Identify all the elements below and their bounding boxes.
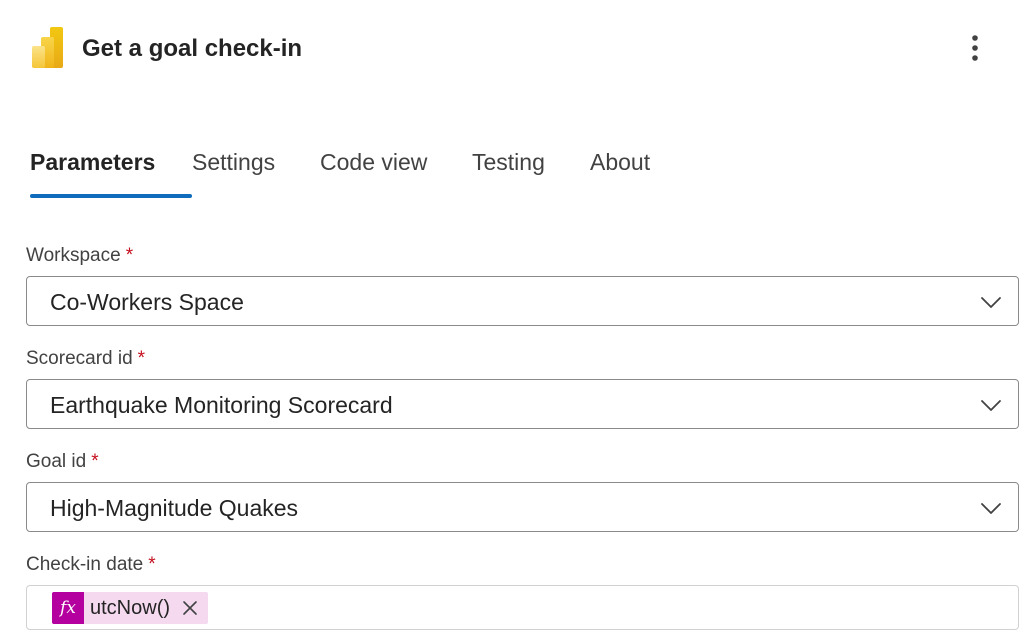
close-icon xyxy=(183,601,197,615)
checkin-date-input[interactable]: fx utcNow() xyxy=(26,585,1019,630)
scorecard-label-text: Scorecard id xyxy=(26,348,133,369)
checkin-date-label-text: Check-in date xyxy=(26,554,144,575)
expression-token-text: utcNow() xyxy=(90,597,171,619)
scorecard-value: Earthquake Monitoring Scorecard xyxy=(50,392,393,418)
scorecard-label: Scorecard id * xyxy=(26,347,145,371)
fx-icon: fx xyxy=(52,592,84,624)
scorecard-dropdown[interactable]: Earthquake Monitoring Scorecard xyxy=(26,379,1019,429)
workspace-label: Workspace * xyxy=(26,244,133,268)
tab-parameters[interactable]: Parameters xyxy=(30,142,192,198)
tab-about-label: About xyxy=(590,149,651,175)
required-marker: * xyxy=(137,348,146,369)
chevron-down-icon xyxy=(981,400,1001,411)
tab-code-view-label: Code view xyxy=(320,149,428,175)
goal-value: High-Magnitude Quakes xyxy=(50,495,299,521)
checkin-date-label: Check-in date * xyxy=(26,553,156,577)
tab-testing-label: Testing xyxy=(472,149,545,175)
more-options-button[interactable] xyxy=(956,30,994,66)
action-details-panel: Get a goal check-in Parameters Settings … xyxy=(0,0,1024,640)
tab-settings[interactable]: Settings xyxy=(192,142,320,198)
panel-header: Get a goal check-in xyxy=(0,0,1024,100)
power-bi-logo-icon xyxy=(32,27,63,68)
tab-about[interactable]: About xyxy=(590,142,670,198)
goal-dropdown[interactable]: High-Magnitude Quakes xyxy=(26,482,1019,532)
workspace-label-text: Workspace xyxy=(26,245,121,266)
required-marker: * xyxy=(148,554,156,575)
more-vertical-icon xyxy=(972,35,978,61)
action-title: Get a goal check-in xyxy=(82,35,303,62)
remove-token-button[interactable] xyxy=(178,592,202,624)
required-marker: * xyxy=(125,245,134,266)
chevron-down-icon xyxy=(981,503,1001,514)
required-marker: * xyxy=(91,451,99,472)
expression-token[interactable]: fx utcNow() xyxy=(52,592,209,624)
workspace-dropdown[interactable]: Co-Workers Space xyxy=(26,276,1019,326)
tab-list: Parameters Settings Code view Testing Ab… xyxy=(30,142,670,202)
tab-testing[interactable]: Testing xyxy=(472,142,590,198)
chevron-down-icon xyxy=(981,297,1001,308)
goal-label: Goal id * xyxy=(26,450,99,474)
tab-code-view[interactable]: Code view xyxy=(320,142,472,198)
goal-label-text: Goal id xyxy=(26,451,87,472)
workspace-value: Co-Workers Space xyxy=(50,289,244,315)
tab-parameters-label: Parameters xyxy=(30,149,156,175)
tab-settings-label: Settings xyxy=(192,149,276,175)
